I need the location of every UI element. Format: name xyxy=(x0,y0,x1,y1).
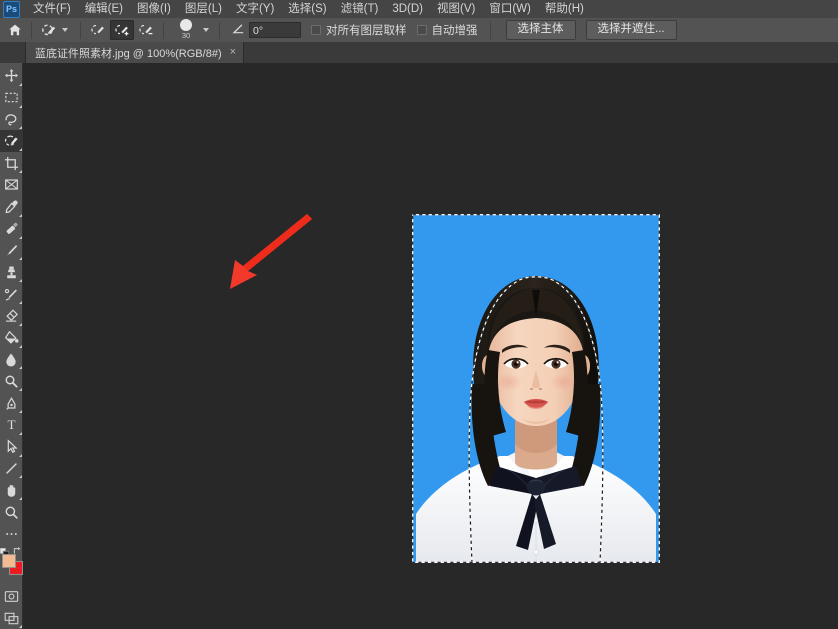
options-separator-3 xyxy=(163,21,164,39)
menu-help[interactable]: 帮助(H) xyxy=(538,0,591,18)
menu-edit[interactable]: 编辑(E) xyxy=(78,0,130,18)
flyout-indicator xyxy=(18,344,22,348)
flyout-indicator xyxy=(18,497,22,501)
flyout-indicator xyxy=(18,475,22,479)
sample-all-layers-label: 对所有图层取样 xyxy=(326,25,407,37)
chevron-down-icon[interactable] xyxy=(62,28,68,32)
select-and-mask-button[interactable]: 选择并遮住... xyxy=(585,20,677,40)
menu-filter[interactable]: 滤镜(T) xyxy=(334,0,386,18)
edit-toolbar-button[interactable] xyxy=(0,523,23,545)
options-separator-1 xyxy=(31,21,32,39)
menu-type[interactable]: 文字(Y) xyxy=(229,0,281,18)
flyout-indicator xyxy=(18,82,22,86)
close-icon[interactable]: × xyxy=(230,47,236,58)
hand-tool[interactable] xyxy=(0,479,23,501)
frame-tool[interactable] xyxy=(0,174,23,196)
dodge-tool[interactable] xyxy=(0,370,23,392)
eyedropper-tool[interactable] xyxy=(0,196,23,218)
spot-healing-brush-tool[interactable] xyxy=(0,218,23,240)
add-to-selection-mode[interactable] xyxy=(110,20,134,40)
gradient-tool[interactable] xyxy=(0,327,23,349)
flyout-indicator xyxy=(18,366,22,370)
flyout-indicator xyxy=(18,257,22,261)
foreground-color-swatch[interactable] xyxy=(1,553,16,568)
menu-bar: Ps 文件(F) 编辑(E) 图像(I) 图层(L) 文字(Y) 选择(S) 滤… xyxy=(0,0,838,18)
clone-stamp-tool[interactable] xyxy=(0,261,23,283)
brush-new-icon xyxy=(91,24,104,35)
flyout-indicator xyxy=(18,148,22,152)
menu-file[interactable]: 文件(F) xyxy=(26,0,78,18)
current-tool-preset[interactable] xyxy=(37,20,75,40)
tools-panel: T xyxy=(0,63,23,629)
line-shape-tool[interactable] xyxy=(0,458,23,480)
flyout-indicator xyxy=(18,410,22,413)
history-brush-tool[interactable] xyxy=(0,283,23,305)
flyout-indicator xyxy=(18,388,22,392)
photoshop-logo-icon: Ps xyxy=(3,0,20,18)
lasso-tool[interactable] xyxy=(0,109,23,131)
brush-plus-icon xyxy=(115,24,129,36)
auto-enhance-checkbox[interactable]: 自动增强 xyxy=(416,22,478,38)
brush-picker-chevron-down-icon[interactable] xyxy=(203,28,209,32)
auto-enhance-checkbox-box[interactable] xyxy=(416,25,427,35)
blur-tool[interactable] xyxy=(0,349,23,371)
angle-input[interactable]: 0° xyxy=(249,22,301,38)
rectangular-marquee-tool[interactable] xyxy=(0,87,23,109)
home-icon[interactable] xyxy=(4,19,26,41)
flyout-indicator xyxy=(18,300,22,304)
svg-text:T: T xyxy=(7,418,15,433)
new-selection-mode[interactable] xyxy=(86,20,110,40)
pen-tool[interactable] xyxy=(0,392,23,414)
options-separator-5 xyxy=(489,21,491,39)
subtract-from-selection-mode[interactable] xyxy=(134,20,158,40)
quick-selection-tool-icon xyxy=(42,23,56,35)
horizontal-type-tool[interactable]: T xyxy=(0,414,23,436)
flyout-indicator xyxy=(18,126,22,130)
angle-icon xyxy=(231,23,245,38)
brush-tool[interactable] xyxy=(0,240,23,262)
menu-3d[interactable]: 3D(D) xyxy=(385,0,430,18)
flyout-indicator xyxy=(18,104,22,108)
red-pointer-arrow xyxy=(208,213,318,301)
photoshop-window: Ps 文件(F) 编辑(E) 图像(I) 图层(L) 文字(Y) 选择(S) 滤… xyxy=(0,0,838,629)
tool-options-bar: 30 0° 对所有图层取样 自动增强 选择主体 选择并遮住... xyxy=(0,18,838,43)
brush-size-value: 30 xyxy=(181,31,191,40)
path-selection-tool[interactable] xyxy=(0,436,23,458)
brush-size-preview-icon xyxy=(180,19,192,31)
menu-layer[interactable]: 图层(L) xyxy=(178,0,229,18)
auto-enhance-label: 自动增强 xyxy=(431,25,478,37)
menu-select[interactable]: 选择(S) xyxy=(281,0,333,18)
document-tab-bar: 蓝底证件照素材.jpg @ 100%(RGB/8#) × xyxy=(0,42,838,64)
flyout-indicator xyxy=(18,322,22,326)
flyout-indicator xyxy=(18,170,22,174)
options-separator-4 xyxy=(219,21,220,39)
crop-tool[interactable] xyxy=(0,152,23,174)
flyout-indicator xyxy=(18,453,22,457)
select-subject-button[interactable]: 选择主体 xyxy=(505,20,576,40)
menu-image[interactable]: 图像(I) xyxy=(130,0,178,18)
document-tab-title: 蓝底证件照素材.jpg @ 100%(RGB/8#) xyxy=(35,47,222,60)
brush-minus-icon xyxy=(139,24,153,35)
menu-view[interactable]: 视图(V) xyxy=(430,0,482,18)
flyout-indicator xyxy=(18,431,22,435)
zoom-tool[interactable] xyxy=(0,501,23,523)
move-tool[interactable] xyxy=(0,65,23,87)
screen-mode-button[interactable] xyxy=(0,607,23,629)
sample-all-layers-checkbox-box[interactable] xyxy=(311,25,321,35)
flyout-indicator xyxy=(18,279,22,283)
menu-window[interactable]: 窗口(W) xyxy=(482,0,538,18)
brush-size-picker[interactable]: 30 xyxy=(173,19,199,41)
options-separator-2 xyxy=(80,21,81,39)
document-image[interactable] xyxy=(412,214,660,563)
quick-selection-tool[interactable] xyxy=(0,130,23,153)
sample-all-layers-checkbox[interactable]: 对所有图层取样 xyxy=(311,22,407,38)
flyout-indicator xyxy=(18,235,22,239)
eraser-tool[interactable] xyxy=(0,305,23,327)
quick-mask-mode-button[interactable] xyxy=(0,586,23,608)
flyout-indicator xyxy=(18,213,22,217)
flyout-indicator xyxy=(18,625,22,629)
color-swatches[interactable] xyxy=(0,546,23,578)
canvas-area[interactable] xyxy=(23,63,838,629)
document-tab[interactable]: 蓝底证件照素材.jpg @ 100%(RGB/8#) × xyxy=(25,42,245,63)
